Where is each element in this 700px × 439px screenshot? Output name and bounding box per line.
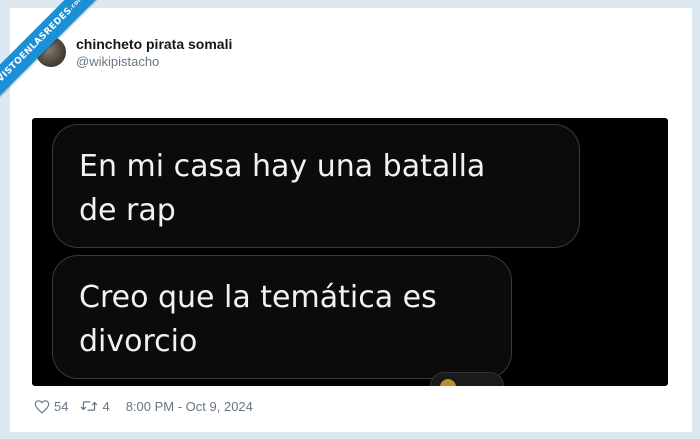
tweet-media-image[interactable]: En mi casa hay una batalla de rap Creo q… (32, 118, 668, 386)
heart-icon (34, 399, 50, 414)
tweet-card: chincheto pirata somali @wikipistacho En… (10, 8, 692, 432)
chat-bubble: En mi casa hay una batalla de rap (52, 124, 580, 248)
watermark-suffix: .com (67, 0, 86, 12)
message-line: de rap (79, 193, 176, 228)
chat-bubble: Creo que la temática es divorcio (52, 255, 512, 379)
retweet-icon (81, 401, 98, 411)
message-line: divorcio (79, 324, 198, 359)
watermark-ribbon: VISTOENLASREDES.com (0, 0, 110, 110)
like-count: 54 (54, 398, 69, 414)
tweet-footer: 54 4 8:00 PM - Oct 9, 2024 (34, 396, 253, 416)
message-line: Creo que la temática es (79, 280, 437, 315)
retweet-count: 4 (102, 398, 110, 414)
like-button[interactable]: 54 (34, 399, 68, 414)
watermark-text: VISTOENLASREDES.com (0, 0, 102, 100)
page: chincheto pirata somali @wikipistacho En… (0, 0, 700, 439)
retweet-button[interactable]: 4 (80, 398, 110, 414)
message-line: En mi casa hay una batalla (79, 149, 486, 184)
watermark-brand: VISTOENLASREDES (0, 5, 75, 85)
tweet-timestamp[interactable]: 8:00 PM - Oct 9, 2024 (126, 399, 253, 414)
